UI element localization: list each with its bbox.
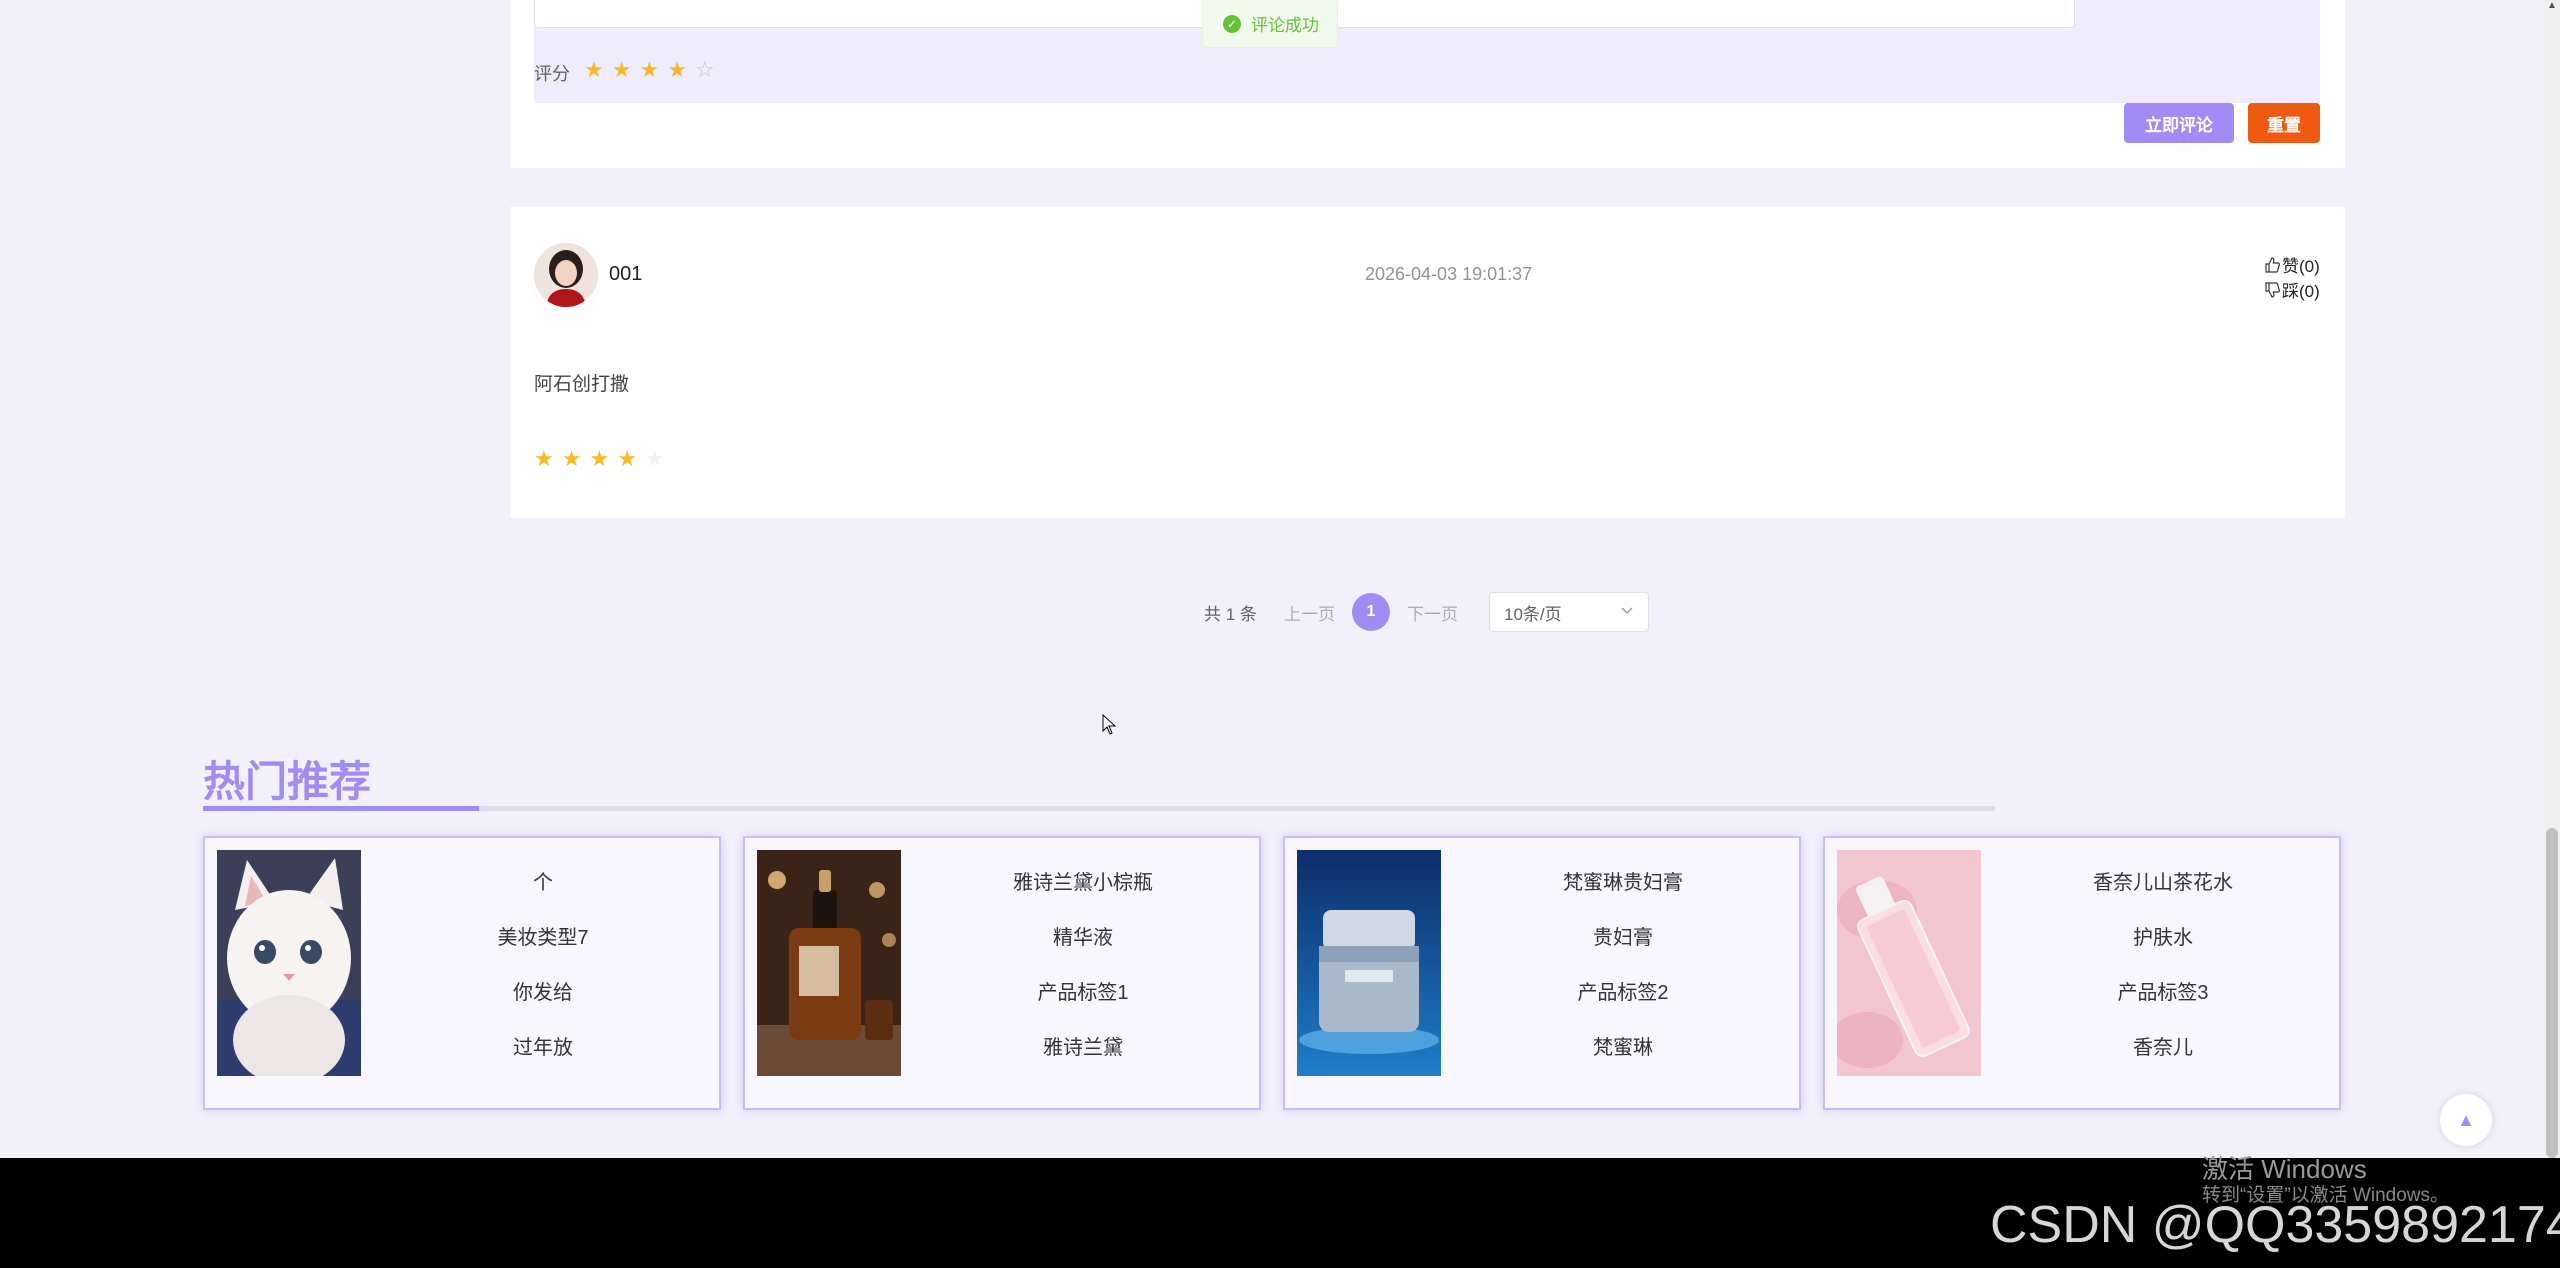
product-card[interactable]: 梵蜜琳贵妇膏 贵妇膏 产品标签2 梵蜜琳: [1283, 836, 1801, 1110]
product-tag: 产品标签2: [1577, 982, 1669, 1004]
pagination-total: 共 1 条: [1204, 604, 1257, 624]
product-brand: 过年放: [513, 1037, 573, 1059]
star-icon: ★: [534, 446, 554, 471]
product-brand: 梵蜜琳: [1593, 1037, 1653, 1059]
rating-label: 评分: [534, 64, 570, 84]
comment-username[interactable]: 001: [609, 263, 642, 286]
page-size-value: 10条/页: [1504, 604, 1562, 624]
hot-recommend-title: 热门推荐: [203, 757, 372, 806]
product-card[interactable]: 个 美妆类型7 你发给 过年放: [203, 836, 721, 1110]
product-type: 贵妇膏: [1593, 927, 1653, 949]
product-tag: 产品标签1: [1037, 982, 1129, 1004]
product-tag: 你发给: [513, 982, 573, 1004]
success-toast: ✓ 评论成功: [1202, 0, 1338, 48]
page-size-select[interactable]: 10条/页: [1489, 592, 1649, 632]
page-number-current[interactable]: 1: [1352, 593, 1390, 631]
product-image-serum[interactable]: [757, 850, 901, 1076]
scroll-up-arrow-icon[interactable]: ▲: [2546, 0, 2558, 14]
product-name: 梵蜜琳贵妇膏: [1563, 872, 1683, 894]
star-icon: ★: [589, 446, 610, 471]
chevron-down-icon: [1620, 602, 1634, 622]
product-name: 个: [533, 872, 553, 894]
product-brand: 雅诗兰黛: [1043, 1037, 1123, 1059]
scrollbar-thumb[interactable]: [2546, 828, 2558, 1158]
product-info: 香奈儿山茶花水 护肤水 产品标签3 香奈儿: [1995, 852, 2331, 1072]
product-info: 梵蜜琳贵妇膏 贵妇膏 产品标签2 梵蜜琳: [1455, 852, 1791, 1072]
avatar: [534, 243, 598, 307]
dislike-button[interactable]: 踩(0): [2264, 277, 2320, 302]
submit-comment-button[interactable]: 立即评论: [2124, 103, 2234, 143]
product-info: 雅诗兰黛小棕瓶 精华液 产品标签1 雅诗兰黛: [915, 852, 1251, 1072]
toast-text: 评论成功: [1251, 16, 1319, 35]
star-icon[interactable]: ★: [639, 58, 659, 82]
check-circle-icon: ✓: [1223, 14, 1241, 33]
comment-content: 阿石创打撒: [534, 374, 630, 395]
next-page-button[interactable]: 下一页: [1407, 593, 1458, 631]
product-image-toner[interactable]: [1837, 850, 1981, 1076]
star-outline-icon[interactable]: ☆: [695, 58, 715, 82]
product-tag: 产品标签3: [2117, 982, 2209, 1004]
thumbs-down-icon: [2265, 281, 2280, 298]
product-name: 雅诗兰黛小棕瓶: [1013, 872, 1153, 894]
prev-page-button[interactable]: 上一页: [1284, 593, 1335, 631]
comment-time: 2026-04-03 19:01:37: [1365, 264, 1533, 284]
product-type: 美妆类型7: [497, 927, 589, 949]
product-image-cream[interactable]: [1297, 850, 1441, 1076]
dislike-count: 踩(0): [2282, 282, 2320, 301]
title-underline-accent: [203, 806, 479, 811]
product-card[interactable]: 香奈儿山茶花水 护肤水 产品标签3 香奈儿: [1823, 836, 2341, 1110]
product-card[interactable]: 雅诗兰黛小棕瓶 精华液 产品标签1 雅诗兰黛: [743, 836, 1261, 1110]
product-image-kitten[interactable]: [217, 850, 361, 1076]
back-to-top-button[interactable]: ▲: [2440, 1094, 2492, 1146]
star-icon[interactable]: ★: [667, 58, 687, 82]
star-icon[interactable]: ★: [584, 58, 604, 82]
reset-button[interactable]: 重置: [2248, 103, 2320, 143]
product-type: 精华液: [1053, 927, 1113, 949]
comment-rating: ★ ★ ★ ★ ★: [534, 447, 665, 471]
thumbs-up-icon: [2265, 256, 2280, 273]
product-info: 个 美妆类型7 你发给 过年放: [375, 852, 711, 1072]
like-count: 赞(0): [2282, 257, 2320, 276]
product-type: 护肤水: [2133, 927, 2193, 949]
star-icon: ★: [561, 446, 582, 471]
product-brand: 香奈儿: [2133, 1037, 2193, 1059]
like-button[interactable]: 赞(0): [2264, 252, 2320, 277]
rating-input[interactable]: ★ ★ ★ ★ ☆: [584, 58, 715, 82]
caret-up-icon: ▲: [2457, 1109, 2475, 1130]
product-name: 香奈儿山茶花水: [2093, 872, 2233, 894]
csdn-watermark: CSDN @QQ3359892174: [1990, 1196, 2560, 1254]
mouse-cursor-icon: [1102, 713, 1118, 741]
comment-item: [510, 207, 2345, 518]
star-empty-icon: ★: [644, 446, 665, 471]
star-icon[interactable]: ★: [612, 58, 632, 82]
star-icon: ★: [617, 446, 637, 471]
